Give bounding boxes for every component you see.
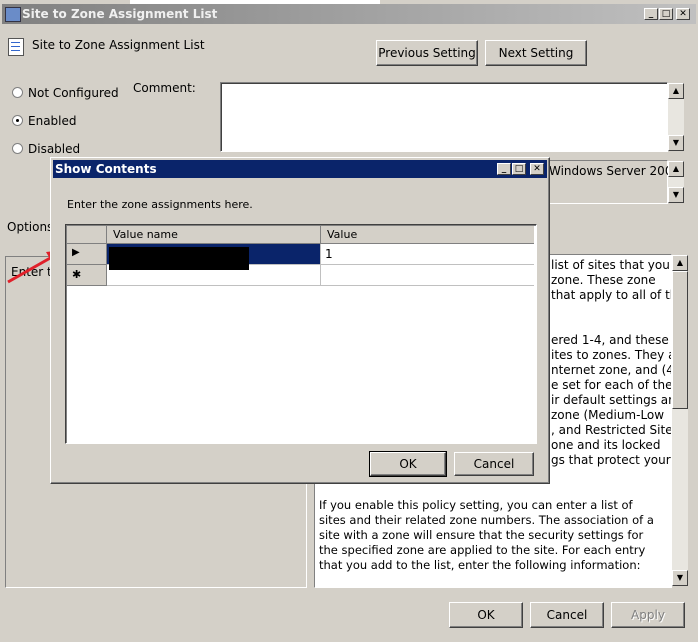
grid-header-value-name[interactable]: Value name — [107, 226, 321, 244]
radio-selected-icon — [12, 115, 23, 126]
dialog-ok-button[interactable]: OK — [369, 451, 447, 477]
help-line: nternet zone, and (4) — [551, 363, 672, 377]
ok-button[interactable]: OK — [449, 602, 523, 628]
scroll-up-icon[interactable]: ▲ — [668, 83, 684, 99]
dialog-maximize-button[interactable]: □ — [512, 163, 526, 175]
cancel-button[interactable]: Cancel — [530, 602, 604, 628]
radio-circle-icon — [12, 87, 23, 98]
ok-label: OK — [477, 608, 495, 622]
supported-scrollbar[interactable]: ▲ ▼ — [668, 161, 684, 203]
radio-circle-icon — [12, 143, 23, 154]
main-title: Site to Zone Assignment List — [22, 7, 218, 21]
current-row-icon: ▶ — [72, 247, 80, 258]
help-line: ered 1-4, and these — [551, 333, 669, 347]
policy-icon — [8, 38, 24, 56]
app-icon — [5, 7, 21, 22]
cell-value-name[interactable] — [107, 265, 321, 286]
dialog-cancel-label: Cancel — [473, 457, 515, 471]
help-line: that apply to all of the — [551, 288, 672, 302]
scroll-thumb[interactable] — [672, 271, 688, 409]
help-line: list of sites that you — [551, 258, 670, 272]
page-title: Site to Zone Assignment List — [32, 38, 205, 52]
scroll-down-icon[interactable]: ▼ — [672, 570, 688, 586]
next-setting-button[interactable]: Next Setting — [485, 40, 587, 66]
show-contents-dialog: Show Contents _ □ ✕ Enter the zone assig… — [50, 157, 550, 484]
grid-header-corner — [67, 226, 107, 244]
radio-disabled[interactable]: Disabled — [10, 141, 130, 157]
scroll-up-icon[interactable]: ▲ — [668, 161, 684, 177]
next-setting-label: Next Setting — [498, 46, 574, 60]
dialog-cancel-button[interactable]: Cancel — [454, 452, 534, 476]
column-value: Value — [327, 228, 358, 241]
comment-scrollbar[interactable]: ▲ ▼ — [668, 83, 684, 151]
help-paragraph: If you enable this policy setting, you c… — [319, 498, 654, 572]
apply-label: Apply — [631, 608, 665, 622]
supported-on-text: Windows Server 2003 — [549, 164, 681, 178]
cell-value-text: 1 — [325, 247, 333, 261]
comment-textarea[interactable] — [220, 82, 668, 152]
cell-value-name-selected[interactable] — [107, 244, 321, 270]
radio-not-configured[interactable]: Not Configured — [10, 85, 130, 101]
row-marker[interactable]: ▶ — [67, 244, 107, 265]
column-value-name: Value name — [113, 228, 178, 241]
radio-enabled[interactable]: Enabled — [10, 113, 130, 129]
radio-not-configured-label: Not Configured — [28, 86, 119, 100]
scroll-up-icon[interactable]: ▲ — [672, 255, 688, 271]
apply-button[interactable]: Apply — [611, 602, 685, 628]
help-line: zone. These zone — [551, 273, 656, 287]
help-line: ir default settings are: — [551, 393, 672, 407]
radio-disabled-label: Disabled — [28, 142, 81, 156]
help-line — [551, 303, 671, 318]
dialog-titlebar: Show Contents _ □ ✕ — [53, 160, 547, 178]
radio-enabled-label: Enabled — [28, 114, 77, 128]
help-lines-top: list of sites that you zone. These zone … — [551, 258, 671, 468]
previous-setting-button[interactable]: Previous Setting — [376, 40, 478, 66]
help-line: ites to zones. They are: — [551, 348, 671, 362]
help-line: one and its locked — [551, 438, 661, 452]
zone-grid[interactable]: Value name Value ▶ 1 ✱ — [65, 224, 537, 444]
scroll-down-icon[interactable]: ▼ — [668, 135, 684, 151]
previous-setting-label: Previous Setting — [378, 46, 476, 60]
new-row-icon: ✱ — [72, 268, 82, 281]
help-line: zone (Medium-Low — [551, 408, 665, 422]
help-line: gs that protect your — [551, 453, 671, 467]
cancel-label: Cancel — [546, 608, 588, 622]
cell-value[interactable]: 1 — [321, 244, 534, 265]
main-titlebar: Site to Zone Assignment List _ □ ✕ — [2, 4, 696, 24]
dialog-title: Show Contents — [55, 162, 157, 176]
dialog-instruction: Enter the zone assignments here. — [67, 198, 253, 211]
help-line: , and Restricted Sites — [551, 423, 672, 437]
help-line: e set for each of these — [551, 378, 672, 392]
grid-header-value[interactable]: Value — [321, 226, 534, 244]
close-button[interactable]: ✕ — [676, 8, 690, 20]
dialog-minimize-button[interactable]: _ — [497, 163, 511, 175]
maximize-button[interactable]: □ — [659, 8, 673, 20]
row-marker[interactable]: ✱ — [67, 265, 107, 286]
comment-label: Comment: — [133, 81, 196, 95]
minimize-button[interactable]: _ — [644, 8, 658, 20]
help-scrollbar[interactable]: ▲ ▼ — [672, 255, 688, 586]
cell-value[interactable] — [321, 265, 534, 286]
dialog-close-button[interactable]: ✕ — [530, 163, 544, 175]
dialog-ok-label: OK — [399, 457, 417, 471]
options-label: Options — [7, 220, 54, 234]
scroll-down-icon[interactable]: ▼ — [668, 187, 684, 203]
